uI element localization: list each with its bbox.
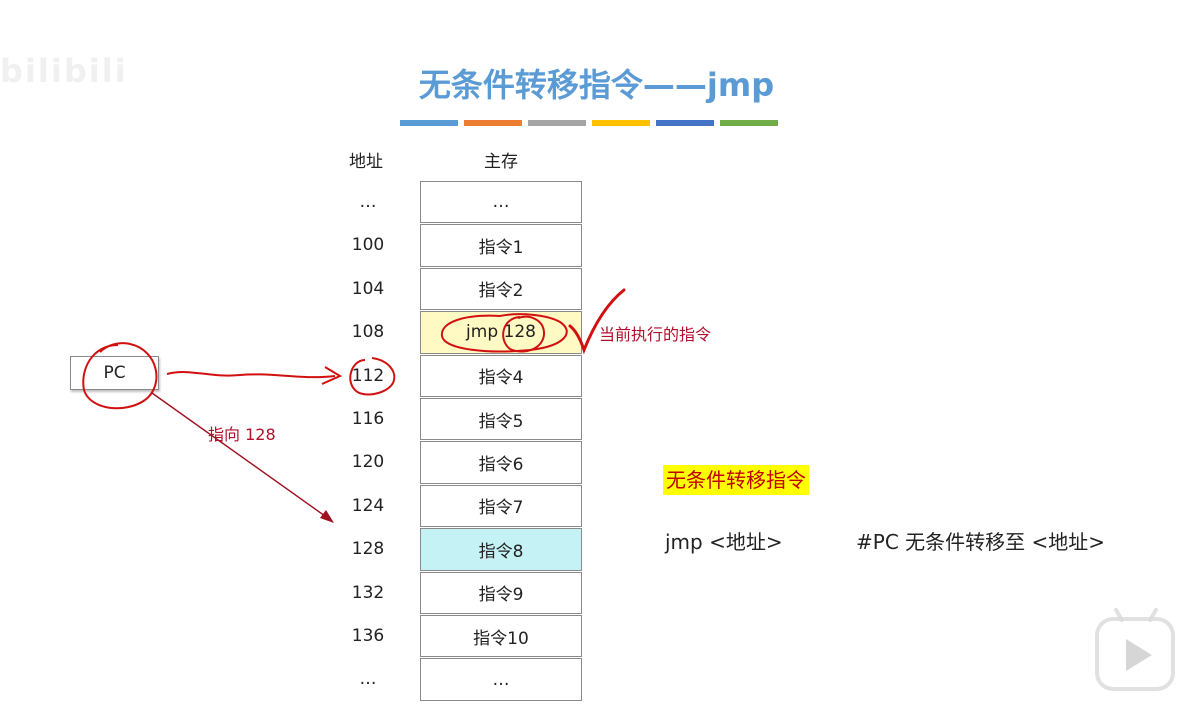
points-to-128-note: 指向 128 [208, 425, 276, 444]
play-triangle-icon [1126, 639, 1152, 671]
hand-drawn-annotations [82, 288, 626, 523]
pc-to-128-arrow [151, 392, 333, 522]
jmp-instruction-circle [440, 313, 568, 353]
target-128-circle [502, 315, 546, 353]
address-112-circle [349, 357, 396, 396]
unconditional-jump-heading: 无条件转移指令 [663, 465, 809, 495]
current-instruction-note: 当前执行的指令 [599, 325, 712, 344]
pc-circle [82, 342, 158, 410]
pc-to-112-arrow [166, 371, 336, 379]
jmp-syntax: jmp <地址> [665, 530, 783, 554]
play-button-icon[interactable] [1095, 607, 1175, 691]
jmp-comment: #PC 无条件转移至 <地址> [856, 530, 1106, 554]
